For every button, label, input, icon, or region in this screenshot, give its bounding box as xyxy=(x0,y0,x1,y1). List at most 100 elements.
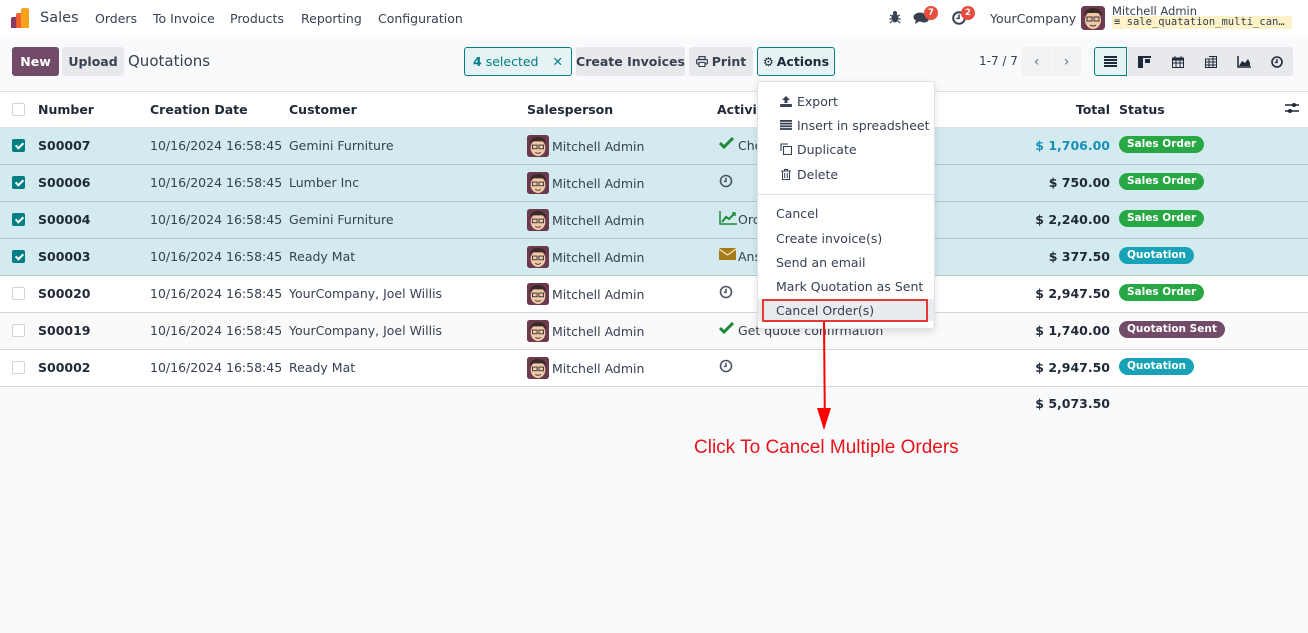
user-avatar[interactable] xyxy=(1081,6,1105,30)
customer-name: YourCompany, Joel Willis xyxy=(289,286,443,301)
order-total: $ 1,740.00 xyxy=(1035,323,1110,338)
chevron-left-icon: ‹ xyxy=(1033,53,1040,70)
view-pivot-button[interactable] xyxy=(1194,47,1227,76)
pager-previous-button[interactable]: ‹ xyxy=(1022,47,1051,76)
salesperson-avatar xyxy=(527,283,549,305)
selection-badge: 4 selected ✕ xyxy=(464,47,572,76)
view-activity-button[interactable] xyxy=(1260,47,1293,76)
clock-icon[interactable] xyxy=(719,174,733,192)
row-checkbox[interactable] xyxy=(12,361,25,374)
salesperson-avatar xyxy=(527,209,549,231)
row-checkbox[interactable] xyxy=(12,139,25,152)
print-button[interactable]: Print xyxy=(689,47,753,76)
menu-item-mark-quotation-sent[interactable]: Mark Quotation as Sent xyxy=(758,275,934,297)
menu-item-insert-in-spreadsheet[interactable]: Insert in spreadsheet xyxy=(758,114,934,136)
envelope-icon[interactable] xyxy=(718,248,737,264)
sales-app-logo-icon[interactable] xyxy=(11,8,31,28)
select-all-checkbox[interactable] xyxy=(12,103,25,116)
top-navbar: Sales Orders To Invoice Products Reporti… xyxy=(0,0,1308,37)
clock-icon[interactable] xyxy=(719,359,733,377)
table-row[interactable]: S00006 10/16/2024 16:58:45 Lumber Inc Mitch… xyxy=(0,165,1308,202)
database-name: ≡ sale_quatation_multi_can… xyxy=(1112,16,1292,29)
status-badge: Sales Order xyxy=(1119,210,1205,227)
salesperson-avatar xyxy=(527,357,549,379)
graph-view-icon xyxy=(1236,55,1251,68)
page-title: Quotations xyxy=(128,52,211,70)
column-total[interactable]: Total xyxy=(1076,102,1110,117)
menu-item-create-invoices[interactable]: Create invoice(s) xyxy=(758,227,934,249)
row-checkbox[interactable] xyxy=(12,213,25,226)
menu-item-delete[interactable]: Delete xyxy=(758,163,934,185)
company-switcher[interactable]: YourCompany xyxy=(990,11,1076,26)
actions-dropdown-menu: Export Insert in spreadsheet Duplicate D… xyxy=(757,81,935,329)
menu-item-export[interactable]: Export xyxy=(758,90,934,112)
column-customer[interactable]: Customer xyxy=(289,102,357,117)
row-checkbox[interactable] xyxy=(12,176,25,189)
table-row[interactable]: S00019 10/16/2024 16:58:45 YourCompany, Jo… xyxy=(0,313,1308,350)
view-calendar-button[interactable] xyxy=(1161,47,1194,76)
check-icon[interactable] xyxy=(718,321,735,338)
salesperson-name: Mitchell Admin xyxy=(552,361,645,376)
table-row[interactable]: S00007 10/16/2024 16:58:45 Gemini Furnitur… xyxy=(0,128,1308,165)
table-row[interactable]: S00002 10/16/2024 16:58:45 Ready Mat Mitche… xyxy=(0,350,1308,387)
upload-button[interactable]: Upload xyxy=(62,47,124,76)
annotation-text: Click To Cancel Multiple Orders xyxy=(694,437,959,458)
pager-value[interactable]: 1-7 / 7 xyxy=(979,54,1018,68)
menu-item-send-email[interactable]: Send an email xyxy=(758,251,934,273)
order-total: $ 377.50 xyxy=(1048,249,1110,264)
column-status[interactable]: Status xyxy=(1119,102,1165,117)
trend-chart-icon[interactable] xyxy=(719,211,737,229)
customer-name: Gemini Furniture xyxy=(289,212,394,227)
pager-next-button[interactable]: › xyxy=(1052,47,1081,76)
column-creation-date[interactable]: Creation Date xyxy=(150,102,248,117)
view-list-button[interactable] xyxy=(1094,47,1127,76)
order-total: $ 2,240.00 xyxy=(1035,212,1110,227)
table-row[interactable]: S00003 10/16/2024 16:58:45 Ready Mat Mitche… xyxy=(0,239,1308,276)
menu-to-invoice[interactable]: To Invoice xyxy=(153,11,215,26)
row-checkbox[interactable] xyxy=(12,250,25,263)
order-total: $ 2,947.50 xyxy=(1035,360,1110,375)
column-number[interactable]: Number xyxy=(38,102,94,117)
clock-icon[interactable] xyxy=(719,285,733,303)
customer-name: Ready Mat xyxy=(289,249,356,264)
annotation-arrow-head xyxy=(817,408,831,430)
menu-configuration[interactable]: Configuration xyxy=(378,11,463,26)
menu-orders[interactable]: Orders xyxy=(95,11,137,26)
salesperson-name: Mitchell Admin xyxy=(552,250,645,265)
customer-name: Lumber Inc xyxy=(289,175,360,190)
view-kanban-button[interactable] xyxy=(1128,47,1161,76)
optional-columns-toggle-icon[interactable] xyxy=(1285,101,1299,118)
table-row[interactable]: S00004 10/16/2024 16:58:45 Gemini Furnitur… xyxy=(0,202,1308,239)
view-graph-button[interactable] xyxy=(1227,47,1260,76)
app-name[interactable]: Sales xyxy=(40,10,79,26)
actions-button[interactable]: ⚙ Actions xyxy=(757,47,835,76)
clear-selection-icon[interactable]: ✕ xyxy=(552,54,562,69)
column-salesperson[interactable]: Salesperson xyxy=(527,102,613,117)
bug-icon[interactable] xyxy=(889,10,901,27)
check-icon[interactable] xyxy=(718,136,735,153)
creation-date: 10/16/2024 16:58:45 xyxy=(150,323,283,338)
table-row[interactable]: S00020 10/16/2024 16:58:45 YourCompany, Jo… xyxy=(0,276,1308,313)
salesperson-name: Mitchell Admin xyxy=(552,176,645,191)
menu-products[interactable]: Products xyxy=(230,11,284,26)
create-invoices-button[interactable]: Create Invoices xyxy=(576,47,685,76)
menu-item-cancel[interactable]: Cancel xyxy=(758,202,934,224)
menu-reporting[interactable]: Reporting xyxy=(301,11,362,26)
status-badge: Quotation Sent xyxy=(1119,321,1225,338)
selected-count: 4 xyxy=(473,54,482,69)
row-checkbox[interactable] xyxy=(12,287,25,300)
status-badge: Quotation xyxy=(1119,358,1195,375)
menu-item-label: Export xyxy=(797,93,838,109)
menu-item-duplicate[interactable]: Duplicate xyxy=(758,138,934,160)
menu-divider xyxy=(758,194,934,195)
new-button[interactable]: New xyxy=(12,47,59,76)
activity-view-icon xyxy=(1270,55,1283,68)
row-checkbox[interactable] xyxy=(12,324,25,337)
customer-name: Ready Mat xyxy=(289,360,356,375)
kanban-view-icon xyxy=(1138,55,1151,68)
chat-count-badge: 7 xyxy=(924,6,938,20)
selected-label: selected xyxy=(485,54,539,69)
order-number: S00020 xyxy=(38,286,91,301)
spreadsheet-icon xyxy=(778,120,794,130)
calendar-view-icon xyxy=(1171,55,1184,68)
